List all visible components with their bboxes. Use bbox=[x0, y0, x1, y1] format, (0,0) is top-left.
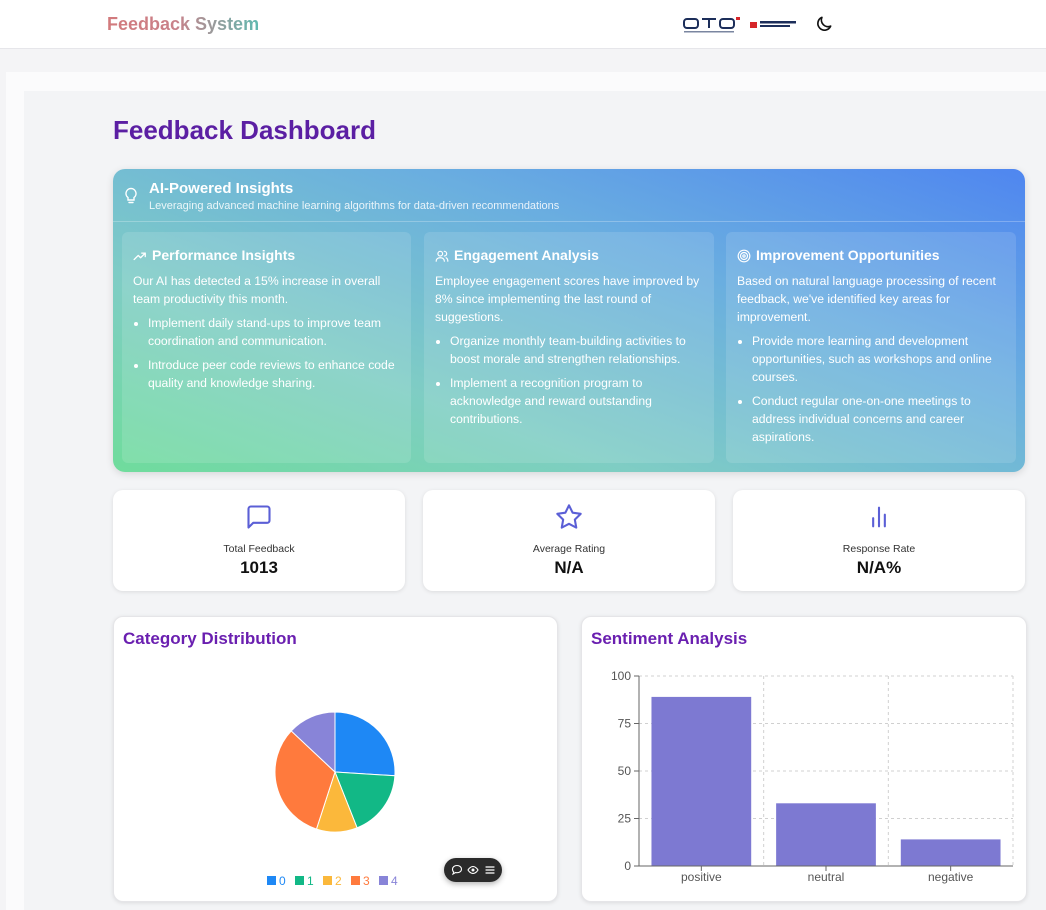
legend-label: 2 bbox=[335, 874, 342, 888]
y-tick-label: 0 bbox=[624, 859, 631, 873]
legend-swatch bbox=[323, 876, 332, 885]
legend-swatch bbox=[351, 876, 360, 885]
legend-label: 4 bbox=[391, 874, 398, 888]
stat-value: N/A bbox=[554, 558, 584, 577]
insight-bullet: Implement a recognition program to ackno… bbox=[450, 374, 705, 428]
legend-swatch bbox=[295, 876, 304, 885]
bank-logo bbox=[750, 21, 796, 28]
pie-slice-0[interactable] bbox=[334, 711, 396, 777]
ai-insights-title: AI-Powered Insights bbox=[149, 180, 294, 197]
menu-icon[interactable] bbox=[484, 864, 496, 876]
stat-label: Average Rating bbox=[532, 543, 606, 555]
lightbulb-icon bbox=[125, 187, 137, 204]
star-icon bbox=[556, 504, 582, 529]
y-tick-label: 50 bbox=[618, 764, 632, 778]
insight-bullet: Implement daily stand-ups to improve tea… bbox=[148, 314, 403, 350]
insight-body: Employee engagement scores have improved… bbox=[435, 274, 700, 324]
insight-column-engagement: Engagement Analysis Employee engagement … bbox=[424, 232, 714, 463]
insight-title: Engagement Analysis bbox=[454, 247, 599, 263]
insight-title: Improvement Opportunities bbox=[756, 247, 940, 263]
ai-insights-header: AI-Powered Insights Leveraging advanced … bbox=[113, 169, 1025, 222]
bar-chart-icon bbox=[872, 506, 886, 528]
bar-positive[interactable] bbox=[651, 696, 752, 866]
legend-swatch bbox=[379, 876, 388, 885]
insight-bullet: Provide more learning and development op… bbox=[752, 332, 1007, 386]
insight-body: Based on natural language processing of … bbox=[737, 274, 996, 324]
legend-label: 1 bbox=[307, 874, 314, 888]
x-tick-label: positive bbox=[681, 870, 722, 884]
stat-value: 1013 bbox=[240, 558, 278, 577]
bar-negative[interactable] bbox=[900, 839, 1001, 866]
stat-value: N/A% bbox=[856, 558, 902, 577]
insight-bullet: Introduce peer code reviews to enhance c… bbox=[148, 356, 403, 392]
comment-icon[interactable] bbox=[451, 864, 463, 876]
insight-column-improvement: Improvement Opportunities Based on natur… bbox=[726, 232, 1016, 463]
legend-swatch bbox=[267, 876, 276, 885]
insight-column-performance: Performance Insights Our AI has detected… bbox=[122, 232, 411, 463]
message-square-icon bbox=[247, 505, 271, 529]
y-tick-label: 100 bbox=[611, 669, 631, 683]
eye-icon[interactable] bbox=[467, 864, 479, 876]
legend-label: 3 bbox=[363, 874, 370, 888]
bar-neutral[interactable] bbox=[776, 803, 876, 866]
x-tick-label: negative bbox=[928, 870, 974, 884]
y-tick-label: 75 bbox=[618, 717, 632, 731]
floating-toolbar bbox=[444, 858, 502, 882]
insight-bullet: Conduct regular one-on-one meetings to a… bbox=[752, 392, 1007, 446]
y-tick-label: 25 bbox=[618, 812, 632, 826]
target-icon bbox=[737, 249, 751, 263]
ai-insights-subtitle: Leveraging advanced machine learning alg… bbox=[149, 200, 560, 212]
stat-label: Response Rate bbox=[842, 543, 916, 555]
ata-logo bbox=[683, 17, 740, 33]
stat-card-total-feedback: Total Feedback 1013 bbox=[113, 490, 405, 591]
sentiment-analysis-card: Sentiment Analysis 0 25 50 75 100 positive neu… bbox=[581, 616, 1027, 902]
users-icon bbox=[435, 250, 449, 262]
page-title: Feedback Dashboard bbox=[113, 115, 376, 145]
bar-chart: 0 25 50 75 100 positive neutral negative bbox=[611, 669, 1014, 884]
insight-bullet: Organize monthly team-building activitie… bbox=[450, 332, 705, 368]
stat-label: Total Feedback bbox=[223, 543, 295, 555]
moon-icon[interactable] bbox=[814, 14, 834, 34]
insight-title: Performance Insights bbox=[152, 247, 296, 263]
insight-body: Our AI has detected a 15% increase in ov… bbox=[133, 274, 381, 306]
trending-up-icon bbox=[133, 252, 146, 261]
ai-insights-card: AI-Powered Insights Leveraging advanced … bbox=[113, 169, 1025, 472]
stat-card-average-rating: Average Rating N/A bbox=[423, 490, 715, 591]
legend-label: 0 bbox=[279, 874, 286, 888]
top-navbar: Feedback System bbox=[0, 0, 1046, 49]
x-tick-label: neutral bbox=[808, 870, 845, 884]
stat-card-response-rate: Response Rate N/A% bbox=[733, 490, 1025, 591]
brand-title[interactable]: Feedback System bbox=[107, 14, 259, 35]
